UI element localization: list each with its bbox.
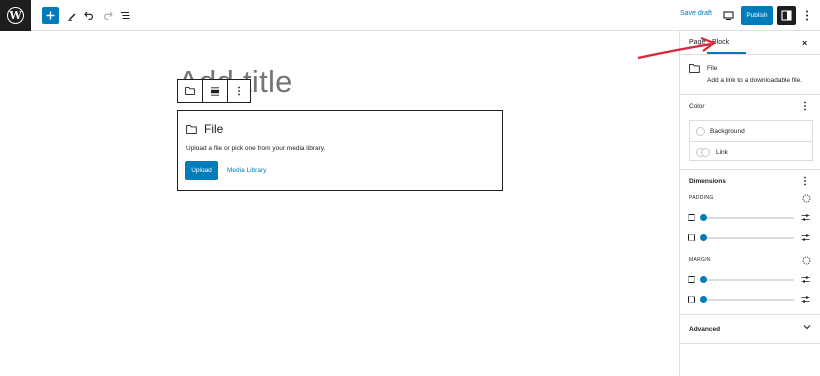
color-panel-title: Color xyxy=(689,103,705,110)
slider-track xyxy=(701,279,794,281)
kebab-icon xyxy=(238,86,240,96)
color-options-button[interactable] xyxy=(803,101,807,113)
tab-page[interactable]: Page xyxy=(689,39,705,46)
block-card-title: File xyxy=(707,65,718,72)
link-hover-swatch-icon xyxy=(701,147,710,157)
block-toolbar xyxy=(177,79,251,103)
margin-vertical-slider[interactable] xyxy=(688,276,813,284)
advanced-panel-toggle[interactable]: Advanced xyxy=(689,326,720,333)
slider-thumb[interactable] xyxy=(700,214,707,221)
editor-window: W Save draft Publish Add title xyxy=(0,0,820,376)
add-block-button[interactable] xyxy=(42,7,59,24)
file-block-description: Upload a file or pick one from your medi… xyxy=(186,145,326,152)
custom-value-icon[interactable] xyxy=(801,295,810,304)
margin-horizontal-slider[interactable] xyxy=(688,296,813,304)
divider xyxy=(680,94,820,95)
media-library-button[interactable]: Media Library xyxy=(227,167,266,174)
save-draft-button[interactable]: Save draft xyxy=(680,10,712,17)
custom-value-icon[interactable] xyxy=(801,233,810,242)
options-button[interactable] xyxy=(798,7,815,24)
sidebar-toggle-icon xyxy=(781,10,792,21)
top-toolbar: W Save draft Publish xyxy=(0,0,820,31)
wordpress-logo-button[interactable]: W xyxy=(0,0,31,31)
settings-sidebar: Page Block × File Add a link to a downlo… xyxy=(679,31,820,376)
slider-track xyxy=(701,237,794,239)
kebab-icon xyxy=(805,10,808,21)
desktop-icon xyxy=(723,11,734,20)
custom-value-icon[interactable] xyxy=(801,213,810,222)
undo-icon xyxy=(84,11,93,20)
close-sidebar-button[interactable]: × xyxy=(802,38,807,48)
file-block-title: File xyxy=(204,122,224,136)
divider xyxy=(680,343,820,344)
folder-icon xyxy=(186,124,197,134)
preview-button[interactable] xyxy=(720,7,737,24)
pen-icon xyxy=(67,13,75,21)
kebab-icon xyxy=(804,101,806,111)
upload-button[interactable]: Upload xyxy=(185,161,218,180)
settings-button[interactable] xyxy=(777,6,796,25)
folder-icon xyxy=(689,64,700,73)
redo-icon xyxy=(104,11,113,20)
divider xyxy=(680,314,820,315)
padding-vertical-slider[interactable] xyxy=(688,214,813,222)
redo-button[interactable] xyxy=(99,7,116,24)
block-options-button[interactable] xyxy=(228,80,250,102)
margin-label: MARGIN xyxy=(689,257,711,263)
vertical-sides-icon xyxy=(688,276,695,283)
align-icon xyxy=(211,86,219,96)
slider-thumb[interactable] xyxy=(700,234,707,241)
custom-value-icon[interactable] xyxy=(801,275,810,284)
document-overview-button[interactable] xyxy=(117,7,134,24)
tools-button[interactable] xyxy=(63,7,80,24)
publish-button[interactable]: Publish xyxy=(741,6,773,25)
slider-track xyxy=(701,299,794,301)
dimensions-options-button[interactable] xyxy=(803,176,807,188)
kebab-icon xyxy=(804,176,806,186)
sidebar-tabs: Page Block × xyxy=(680,31,820,55)
dimensions-panel-title: Dimensions xyxy=(689,178,726,185)
padding-horizontal-slider[interactable] xyxy=(688,234,813,242)
file-block-header: File xyxy=(186,122,223,136)
color-link-label: Link xyxy=(716,148,728,156)
color-link-item[interactable]: Link xyxy=(690,142,812,162)
slider-track xyxy=(701,217,794,219)
plus-icon xyxy=(46,11,55,20)
color-settings-box: Background Link xyxy=(689,120,813,161)
chevron-down-icon[interactable] xyxy=(803,324,811,330)
color-background-label: Background xyxy=(710,127,745,135)
padding-label: PADDING xyxy=(689,195,714,201)
color-background-item[interactable]: Background xyxy=(690,121,812,141)
align-button[interactable] xyxy=(203,80,228,102)
horizontal-sides-icon xyxy=(688,234,695,241)
list-view-icon xyxy=(121,11,130,20)
slider-thumb[interactable] xyxy=(700,276,707,283)
tab-block[interactable]: Block xyxy=(706,39,735,46)
folder-icon xyxy=(185,87,195,95)
block-card-description: Add a link to a downloadable file. xyxy=(707,77,803,84)
background-swatch-icon xyxy=(696,126,705,136)
vertical-sides-icon xyxy=(688,214,695,221)
horizontal-sides-icon xyxy=(688,296,695,303)
active-tab-indicator xyxy=(707,52,746,54)
slider-thumb[interactable] xyxy=(700,296,707,303)
wordpress-logo-icon: W xyxy=(7,7,24,24)
unlink-sides-icon[interactable] xyxy=(802,256,811,265)
divider xyxy=(680,169,820,170)
file-block-placeholder[interactable]: File Upload a file or pick one from your… xyxy=(177,110,503,191)
undo-button[interactable] xyxy=(81,7,98,24)
block-type-button[interactable] xyxy=(178,80,203,102)
unlink-sides-icon[interactable] xyxy=(802,194,811,203)
